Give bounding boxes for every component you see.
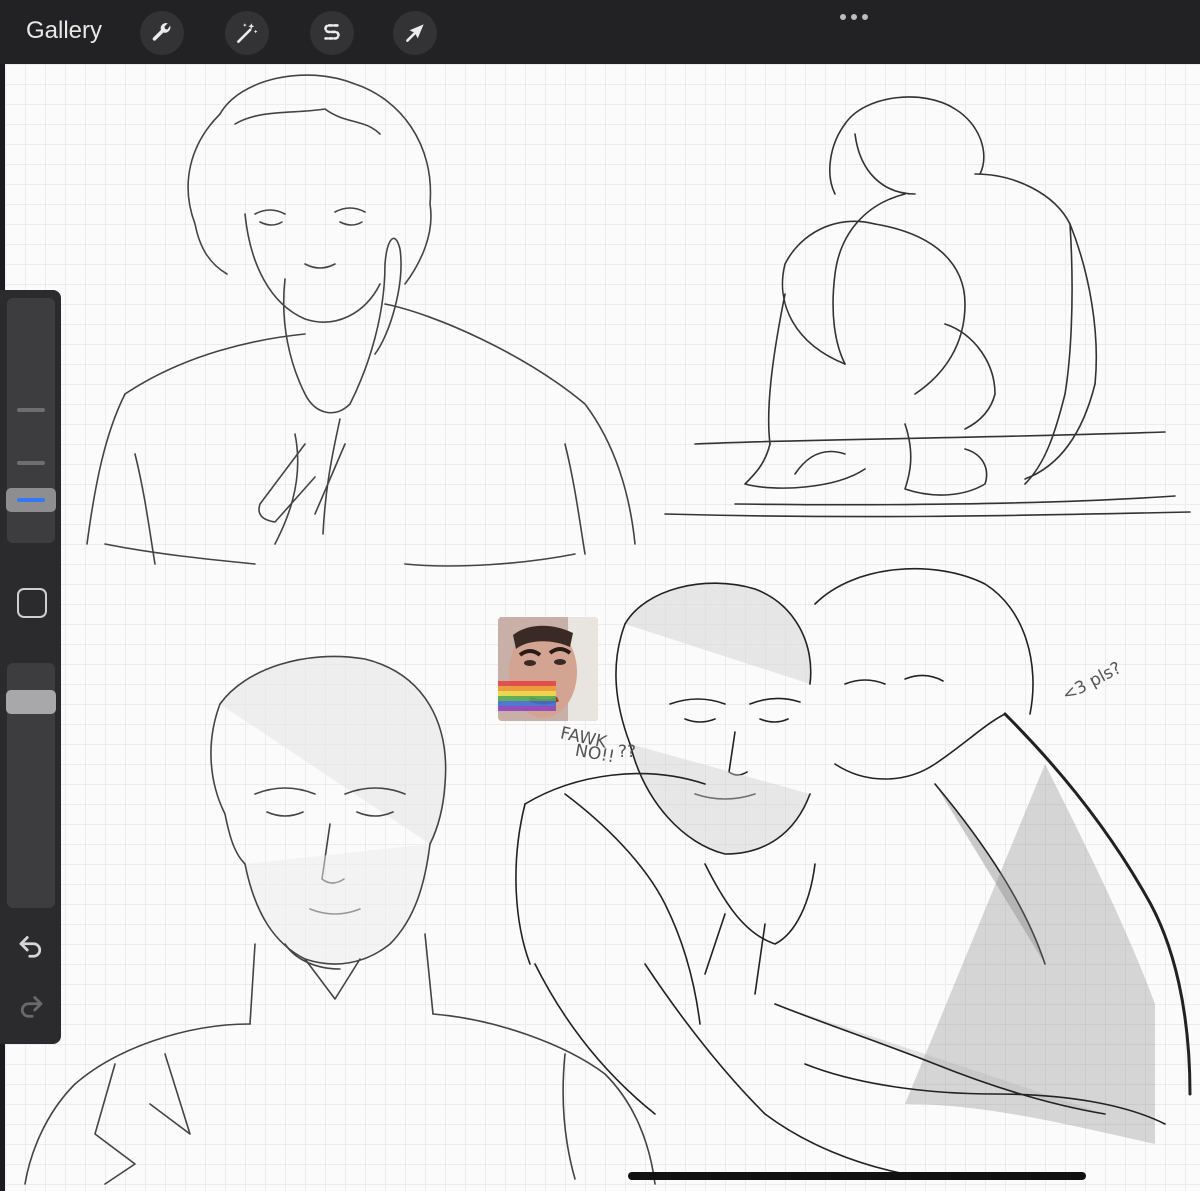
more-options-button[interactable]: [840, 14, 868, 20]
size-preset-tick[interactable]: [17, 408, 45, 412]
redo-button[interactable]: [16, 990, 46, 1020]
transform-button[interactable]: [393, 11, 437, 55]
left-sidebar: [0, 290, 61, 1044]
size-preset-tick[interactable]: [17, 461, 45, 465]
drawing-canvas[interactable]: [5, 64, 1200, 1191]
sketch-curly-figure: [86, 74, 636, 567]
more-dots-icon: [840, 14, 846, 20]
undo-icon: [19, 936, 42, 958]
home-indicator[interactable]: [628, 1172, 1086, 1180]
adjustments-button[interactable]: [225, 11, 269, 55]
arrow-cursor-icon: [406, 24, 424, 42]
sketch-couple: [515, 567, 1192, 1175]
opacity-thumb[interactable]: [6, 690, 56, 714]
magic-wand-icon: [237, 23, 258, 43]
sketch-artwork: [24, 74, 1192, 1185]
sketch-crouching-figure: [664, 96, 1191, 518]
actions-button[interactable]: [140, 11, 184, 55]
selection-s-icon: [324, 24, 340, 40]
photo-image: [498, 617, 598, 721]
annotation-question: ??: [618, 742, 637, 762]
undo-button[interactable]: [16, 930, 46, 960]
wrench-icon: [152, 22, 171, 41]
modifier-button[interactable]: [17, 588, 47, 618]
reaction-photo-sticker: [498, 617, 598, 721]
gallery-button[interactable]: Gallery: [26, 17, 102, 45]
size-preset-tick-active[interactable]: [17, 498, 45, 502]
top-toolbar: Gallery: [0, 0, 1200, 64]
redo-icon: [20, 996, 43, 1018]
selection-button[interactable]: [310, 11, 354, 55]
